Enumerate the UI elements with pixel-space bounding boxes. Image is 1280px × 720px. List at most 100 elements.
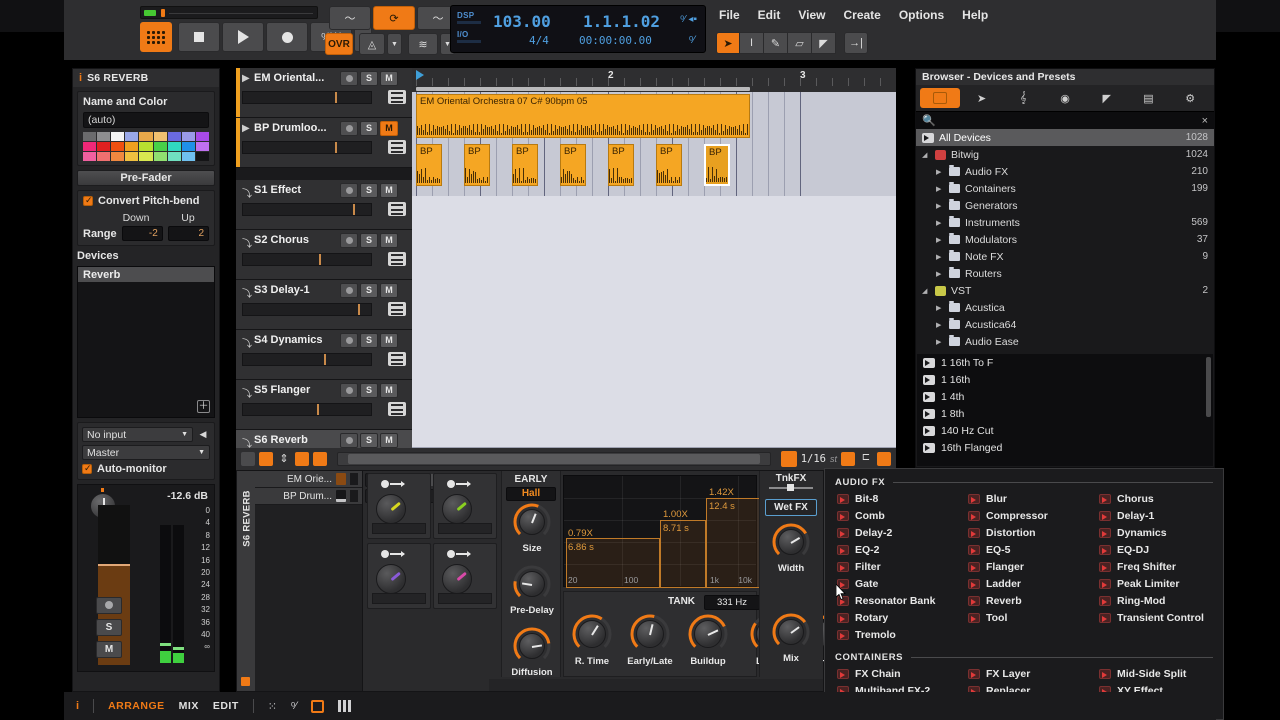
playback-time-value[interactable]: 00:00:00.00 bbox=[579, 34, 652, 47]
macro-slot[interactable] bbox=[438, 523, 492, 534]
knob-body[interactable] bbox=[778, 619, 804, 645]
track-mute-button[interactable]: M bbox=[380, 433, 398, 448]
popup-device-item[interactable]: Ladder bbox=[968, 578, 1021, 590]
chain-row[interactable]: BP Drum... bbox=[255, 488, 362, 505]
chevron-right-icon[interactable]: ▶ bbox=[936, 321, 944, 329]
chevron-down-icon[interactable]: ◢ bbox=[922, 287, 930, 295]
macro-slot[interactable] bbox=[372, 523, 426, 534]
browser-tree-row[interactable]: ▶ Modulators 37 bbox=[916, 231, 1214, 248]
horizontal-scrollbar[interactable] bbox=[337, 452, 771, 466]
track-mute-button[interactable]: M bbox=[380, 383, 398, 398]
device-panel-toggle-icon[interactable] bbox=[310, 699, 324, 713]
color-swatches[interactable] bbox=[83, 132, 209, 161]
solo-button[interactable]: S bbox=[96, 619, 122, 636]
track-mute-button[interactable]: M bbox=[380, 233, 398, 248]
track-header[interactable]: ⤵ S1 Effect S M bbox=[236, 180, 412, 230]
device-insert-popup[interactable]: AUDIO FX Bit-8 Blur Chorus Comb Compressor Del… bbox=[824, 468, 1224, 720]
track-menu-icon[interactable] bbox=[388, 140, 406, 154]
popup-device-item[interactable]: Compressor bbox=[968, 510, 1048, 522]
arm-record-button[interactable] bbox=[96, 597, 122, 614]
browser-tree-row[interactable]: ▶ Audio Ease bbox=[916, 333, 1214, 350]
input-select[interactable]: No input ▼ bbox=[82, 427, 193, 442]
browser-preset-list[interactable]: 1 16th To F 1 16th 1 4th 1 8th 140 Hz Cut 16t… bbox=[917, 354, 1213, 466]
browser-tab-samples[interactable]: ◉ bbox=[1045, 88, 1085, 108]
tempo-tap-icon[interactable]: ᵒ⁄ ◂▪ bbox=[680, 14, 697, 25]
pointer-tool-icon[interactable]: ➤ bbox=[716, 32, 740, 54]
track-solo-button[interactable]: S bbox=[360, 283, 378, 298]
output-select[interactable]: Master ▼ bbox=[82, 445, 210, 460]
layout-rows-icon[interactable] bbox=[259, 452, 273, 466]
track-solo-button[interactable]: S bbox=[360, 383, 378, 398]
monitor-icon[interactable]: ◀ bbox=[196, 427, 210, 442]
modulator-source-icon[interactable] bbox=[447, 550, 455, 558]
browser-tab-instruments[interactable]: 𝄞 bbox=[1003, 88, 1043, 108]
track-solo-button[interactable]: S bbox=[360, 433, 378, 448]
time-signature-value[interactable]: 4/4 bbox=[529, 34, 549, 47]
wetfx-button[interactable]: Wet FX bbox=[765, 499, 817, 516]
chain-row[interactable]: EM Orie... bbox=[255, 471, 362, 488]
snap-icon[interactable] bbox=[780, 451, 797, 467]
lanes-icon[interactable] bbox=[313, 452, 327, 466]
popup-device-item[interactable]: Reverb bbox=[968, 595, 1022, 607]
browser-vertical-scrollbar[interactable] bbox=[1206, 357, 1211, 417]
auto-monitor-row[interactable]: Auto-monitor bbox=[82, 463, 210, 475]
track-menu-icon[interactable] bbox=[388, 90, 406, 104]
height-toggle-icon[interactable]: ⇕ bbox=[277, 452, 291, 466]
track-menu-icon[interactable] bbox=[388, 302, 406, 316]
macro-knob[interactable] bbox=[376, 564, 406, 594]
groove-icon[interactable]: ≋ bbox=[408, 33, 438, 55]
modulator-source-icon[interactable] bbox=[447, 480, 455, 488]
track-volume-slider[interactable] bbox=[242, 253, 372, 266]
arranger-clip[interactable]: BP bbox=[560, 144, 586, 186]
mode-edit[interactable]: EDIT bbox=[213, 700, 239, 712]
browser-tab-settings[interactable]: ⚙ bbox=[1170, 88, 1210, 108]
track-header[interactable]: ⤵ S2 Chorus S M bbox=[236, 230, 412, 280]
convert-pitchbend-row[interactable]: Convert Pitch-bend bbox=[83, 195, 209, 207]
browser-preset-row[interactable]: 16th Flanged bbox=[917, 439, 1213, 456]
knob-body[interactable] bbox=[519, 633, 545, 659]
tempo-value[interactable]: 103.00 bbox=[493, 12, 551, 31]
browser-preset-row[interactable]: 1 8th bbox=[917, 405, 1213, 422]
playback-position-value[interactable]: 1.1.1.02 bbox=[583, 12, 660, 31]
popup-device-item[interactable]: Peak Limiter bbox=[1099, 578, 1179, 590]
convert-pitchbend-checkbox[interactable] bbox=[83, 195, 93, 206]
track-solo-button[interactable]: S bbox=[360, 333, 378, 348]
timeline-ruler[interactable]: 2 3 bbox=[412, 68, 896, 86]
pre-fader-button[interactable]: Pre-Fader bbox=[77, 170, 215, 186]
browser-preset-row[interactable]: 140 Hz Cut bbox=[917, 422, 1213, 439]
track-name-input[interactable]: (auto) bbox=[83, 112, 209, 128]
browser-tab-controllers[interactable]: ▤ bbox=[1129, 88, 1169, 108]
track-volume-slider[interactable] bbox=[242, 403, 372, 416]
chevron-right-icon[interactable]: ▶ bbox=[936, 219, 944, 227]
mixer-panel-toggle-icon[interactable] bbox=[337, 700, 351, 712]
arranger[interactable]: EM Oriental Orchestra 07 C# 90bpm 05 BP BP… bbox=[412, 68, 896, 448]
track-mute-button[interactable]: M bbox=[380, 333, 398, 348]
menu-edit[interactable]: Edit bbox=[758, 8, 781, 22]
popup-device-item[interactable]: EQ-5 bbox=[968, 544, 1011, 556]
knob-body[interactable] bbox=[519, 509, 545, 535]
modulator-source-icon[interactable] bbox=[381, 480, 389, 488]
popup-device-item[interactable]: Mid-Side Split bbox=[1099, 668, 1186, 680]
chevron-right-icon[interactable]: ▶ bbox=[936, 304, 944, 312]
track-menu-icon[interactable] bbox=[388, 252, 406, 266]
chevron-right-icon[interactable]: ▶ bbox=[936, 185, 944, 193]
reverb-graph[interactable]: 0.79X 6.86 s 1.00X 8.71 s 1.42X 12.4 s 2… bbox=[563, 475, 810, 588]
track-header[interactable]: ▶ BP Drumloo... S M bbox=[236, 118, 412, 168]
menu-view[interactable]: View bbox=[798, 8, 825, 22]
track-mute-button[interactable]: M bbox=[380, 283, 398, 298]
popup-device-item[interactable]: Comb bbox=[837, 510, 885, 522]
range-up-field[interactable]: 2 bbox=[167, 226, 209, 241]
macro-knob-cell[interactable] bbox=[433, 473, 497, 539]
popup-device-item[interactable]: Tremolo bbox=[837, 629, 896, 641]
metronome-icon[interactable]: ◬ bbox=[359, 33, 385, 55]
knob-body[interactable] bbox=[578, 620, 606, 648]
popup-device-item[interactable]: Chorus bbox=[1099, 493, 1154, 505]
track-volume-slider[interactable] bbox=[242, 141, 372, 154]
menu-create[interactable]: Create bbox=[843, 8, 880, 22]
arranger-clip[interactable]: BP bbox=[704, 144, 730, 186]
popup-device-item[interactable]: Ring-Mod bbox=[1099, 595, 1165, 607]
track-header[interactable]: ⤵ S6 Reverb S M bbox=[236, 430, 412, 448]
link-icon[interactable]: ᵒ⁄ bbox=[291, 700, 297, 712]
browser-tree-row[interactable]: ▶ Containers 199 bbox=[916, 180, 1214, 197]
track-header[interactable]: ⤵ S3 Delay-1 S M bbox=[236, 280, 412, 330]
